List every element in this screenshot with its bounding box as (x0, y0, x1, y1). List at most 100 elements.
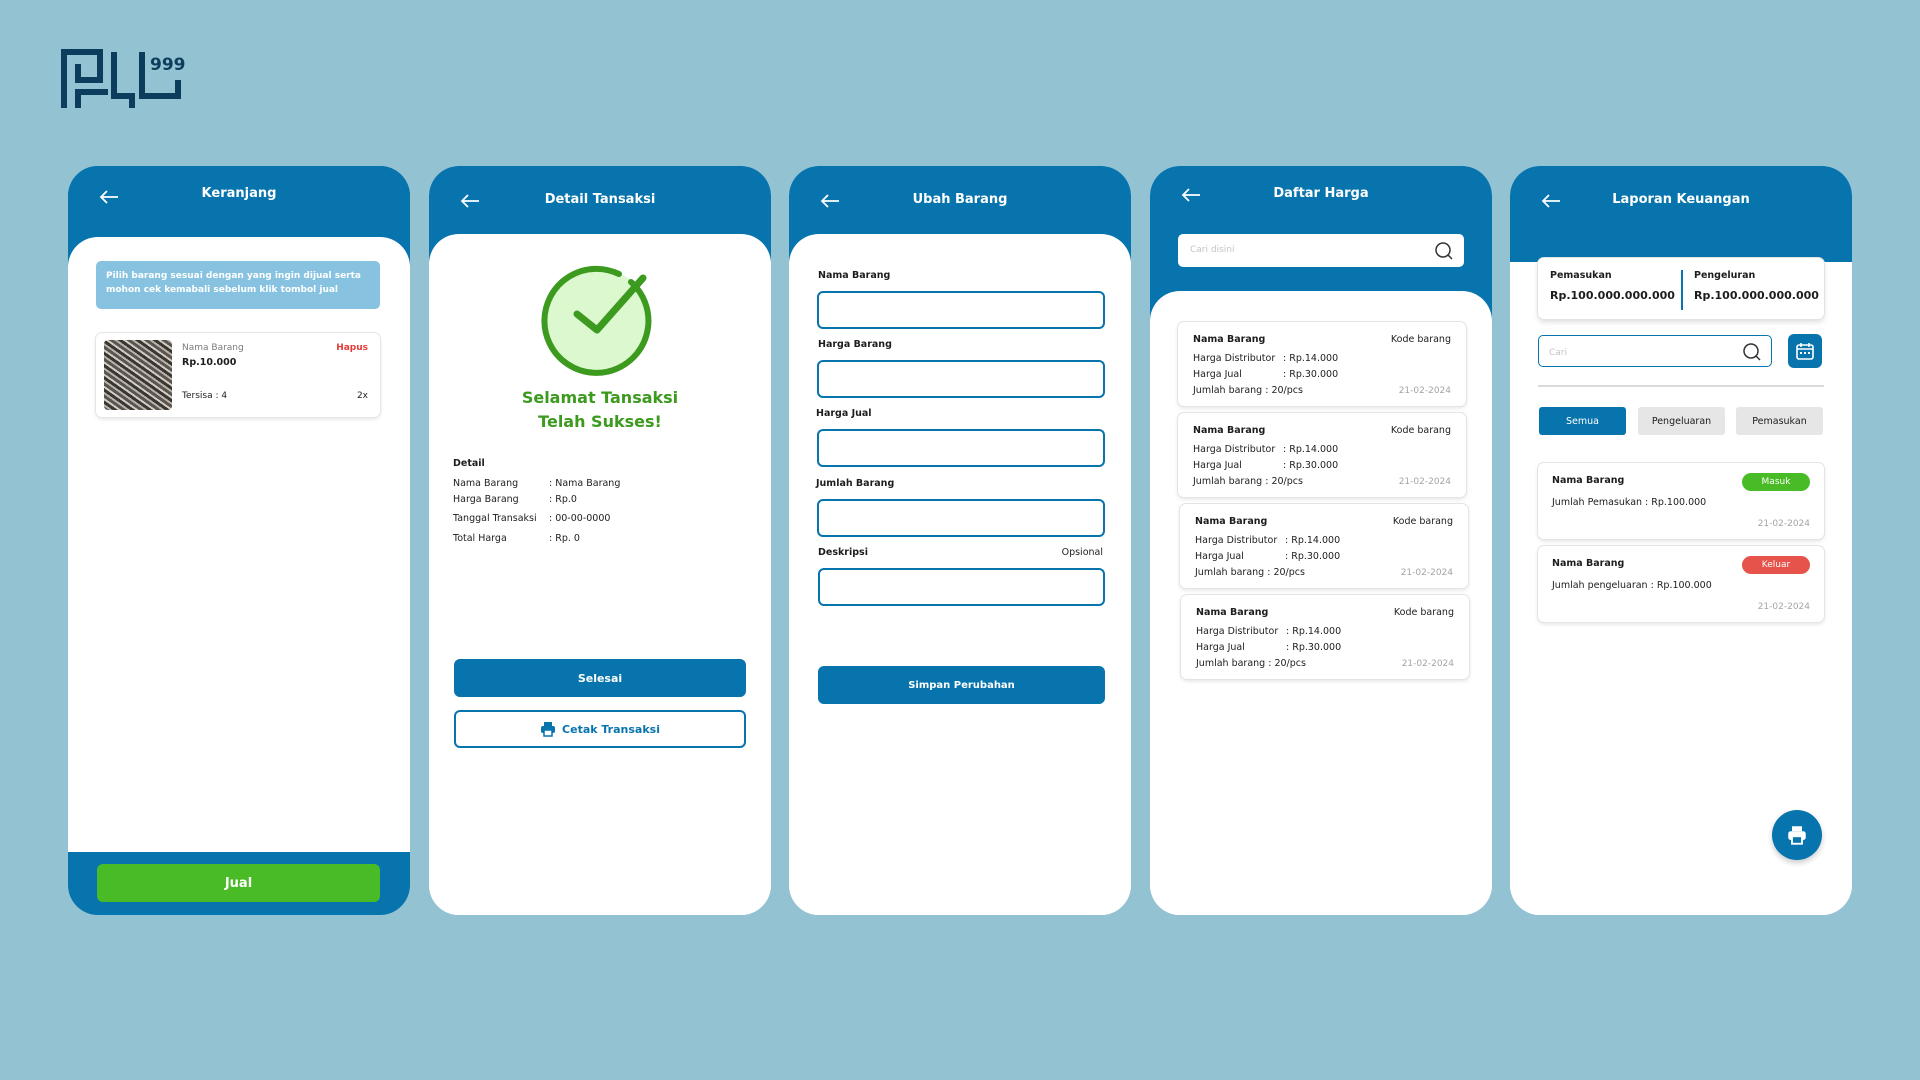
label-nama-barang: Nama Barang (818, 270, 891, 281)
status-badge: Keluar (1742, 556, 1810, 574)
item-date: 21-02-2024 (1398, 477, 1451, 487)
search-icon[interactable] (1434, 241, 1454, 261)
page-title: Daftar Harga (1273, 186, 1369, 201)
list-item[interactable]: Nama Barang Kode barang Harga Distributo… (1181, 595, 1469, 679)
item-date: 21-02-2024 (1401, 659, 1454, 669)
cetak-transaksi-button[interactable]: Cetak Transaksi (454, 710, 746, 748)
page-title: Detail Tansaksi (544, 192, 656, 207)
tab-semua[interactable]: Semua (1539, 407, 1626, 435)
printer-icon (1788, 826, 1806, 845)
item-distributor-price: Harga Distributor: Rp.14.000 (1195, 535, 1341, 546)
screen-laporan-keuangan: Laporan Keuangan Pemasukan Rp.100.000.00… (1510, 166, 1852, 915)
transaction-name: Nama Barang (1552, 475, 1625, 486)
item-name: Nama Barang (1193, 334, 1266, 345)
label-harga-barang: Harga Barang (818, 339, 892, 350)
tab-pemasukan[interactable]: Pemasukan (1736, 407, 1823, 435)
item-qty: Jumlah barang : 20/pcs (1196, 658, 1306, 669)
item-sell-price: Harga Jual: Rp.30.000 (1193, 460, 1339, 471)
optional-label: Opsional (1061, 547, 1103, 558)
item-sell-price: Harga Jual: Rp.30.000 (1195, 551, 1341, 562)
pemasukan-label: Pemasukan (1550, 270, 1612, 281)
success-message: Selamat Tansaksi Telah Sukses! (429, 386, 771, 434)
item-date: 21-02-2024 (1398, 386, 1451, 396)
status-badge: Masuk (1742, 473, 1810, 491)
pemasukan-value: Rp.100.000.000.000 (1550, 289, 1675, 302)
detail-row: Total Harga : Rp. 0 (453, 533, 580, 544)
content-card: Nama Barang Harga Barang Harga Jual Juml… (789, 234, 1131, 915)
nama-barang-field[interactable] (817, 291, 1105, 329)
item-code: Kode barang (1390, 425, 1451, 436)
screen-ubah-barang: Ubah Barang Nama Barang Harga Barang Har… (789, 166, 1131, 915)
item-qty: Jumlah barang : 20/pcs (1193, 385, 1303, 396)
pjl-logo: 999 (61, 49, 186, 108)
transaction-date: 21-02-2024 (1757, 602, 1810, 612)
item-qty: 2x (356, 391, 368, 401)
item-name: Nama Barang (1196, 607, 1269, 618)
divider (1681, 270, 1683, 310)
search-icon[interactable] (1742, 342, 1762, 362)
item-qty: Jumlah barang : 20/pcs (1193, 476, 1303, 487)
print-fab-button[interactable] (1772, 810, 1822, 860)
cetak-label: Cetak Transaksi (562, 722, 660, 736)
item-sell-price: Harga Jual: Rp.30.000 (1196, 642, 1342, 653)
item-distributor-price: Harga Distributor: Rp.14.000 (1193, 444, 1339, 455)
search-input[interactable]: Cari disini (1178, 234, 1464, 267)
detail-value: : Rp.0 (549, 494, 577, 505)
item-sell-price: Harga Jual: Rp.30.000 (1193, 369, 1339, 380)
harga-jual-field[interactable] (817, 429, 1105, 467)
simpan-perubahan-button[interactable]: Simpan Perubahan (818, 666, 1105, 704)
header: Laporan Keuangan (1510, 166, 1852, 262)
jumlah-barang-field[interactable] (817, 499, 1105, 537)
calendar-button[interactable] (1788, 334, 1822, 368)
label-deskripsi: Deskripsi (818, 547, 868, 558)
detail-key: Harga Barang (453, 494, 519, 505)
detail-key: Nama Barang (453, 478, 519, 489)
item-name: Nama Barang (1195, 516, 1268, 527)
deskripsi-field[interactable] (818, 568, 1105, 606)
search-placeholder: Cari disini (1190, 245, 1235, 255)
list-item[interactable]: Nama Barang Kode barang Harga Distributo… (1180, 504, 1468, 588)
selesai-button[interactable]: Selesai (454, 659, 746, 697)
screen-keranjang: Keranjang Pilih barang sesuai dengan yan… (68, 166, 410, 915)
transaction-item[interactable]: Nama Barang Keluar Jumlah pengeluaran : … (1538, 546, 1824, 622)
jual-button[interactable]: Jual (97, 864, 380, 902)
success-line-1: Selamat Tansaksi (521, 388, 679, 407)
item-code: Kode barang (1392, 516, 1453, 527)
success-check-icon (541, 265, 652, 376)
harga-barang-field[interactable] (817, 360, 1105, 398)
transaction-item[interactable]: Nama Barang Masuk Jumlah Pemasukan : Rp.… (1538, 463, 1824, 539)
label-harga-jual: Harga Jual (816, 408, 872, 419)
screen-detail-transaksi: Detail Tansaksi Selamat Tansaksi Telah S… (429, 166, 771, 915)
info-banner: Pilih barang sesuai dengan yang ingin di… (96, 261, 380, 309)
item-date: 21-02-2024 (1400, 568, 1453, 578)
cart-item[interactable]: Nama Barang Rp.10.000 Hapus Tersisa : 4 … (96, 333, 380, 417)
detail-value: : 00-00-0000 (549, 513, 611, 524)
transaction-name: Nama Barang (1552, 558, 1625, 569)
detail-row: Harga Barang : Rp.0 (453, 494, 577, 505)
list-item[interactable]: Nama Barang Kode barang Harga Distributo… (1178, 322, 1466, 406)
list-item[interactable]: Nama Barang Kode barang Harga Distributo… (1178, 413, 1466, 497)
content-card: Pilih barang sesuai dengan yang ingin di… (68, 237, 410, 852)
pengeluaran-label: Pengeluran (1694, 270, 1756, 281)
detail-value: : Nama Barang (549, 478, 621, 489)
tab-pengeluaran[interactable]: Pengeluaran (1638, 407, 1725, 435)
item-code: Kode barang (1393, 607, 1454, 618)
search-placeholder: Cari (1549, 348, 1567, 358)
delete-link[interactable]: Hapus (336, 343, 368, 353)
page-title: Keranjang (201, 186, 277, 201)
logo-superscript: 999 (150, 55, 186, 75)
detail-value: : Rp. 0 (549, 533, 580, 544)
search-input[interactable]: Cari (1538, 335, 1772, 367)
page-title: Laporan Keuangan (1612, 192, 1750, 207)
product-image (104, 340, 172, 410)
divider (1538, 385, 1824, 387)
item-distributor-price: Harga Distributor: Rp.14.000 (1196, 626, 1342, 637)
calendar-icon (1796, 343, 1814, 360)
item-stock: Tersisa : 4 (182, 391, 228, 401)
item-qty: Jumlah barang : 20/pcs (1195, 567, 1305, 578)
item-price: Rp.10.000 (182, 357, 237, 368)
item-code: Kode barang (1390, 334, 1451, 345)
transaction-amount: Jumlah pengeluaran : Rp.100.000 (1552, 580, 1712, 591)
transaction-date: 21-02-2024 (1757, 519, 1810, 529)
detail-key: Total Harga (453, 533, 507, 544)
